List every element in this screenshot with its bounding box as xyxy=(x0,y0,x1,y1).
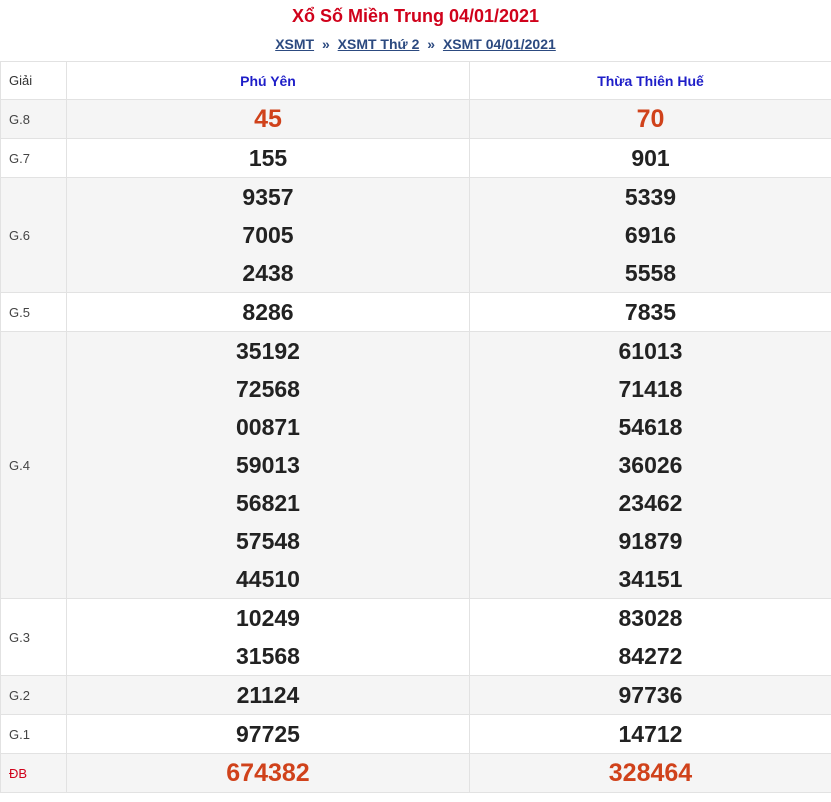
table-row: G.43519272568008715901356821575484451061… xyxy=(1,332,831,599)
breadcrumb-link-xsmt[interactable]: XSMT xyxy=(275,36,314,52)
table-row: G.582867835 xyxy=(1,293,831,332)
breadcrumb-separator: » xyxy=(423,36,439,52)
result-number: 7835 xyxy=(470,293,831,331)
prize-label: G.3 xyxy=(1,599,67,676)
breadcrumb: XSMT » XSMT Thứ 2 » XSMT 04/01/2021 xyxy=(0,34,831,54)
result-number: 6916 xyxy=(470,216,831,254)
result-number: 97736 xyxy=(470,676,831,714)
page-title: Xổ Số Miền Trung 04/01/2021 xyxy=(0,5,831,27)
result-cell: 674382 xyxy=(67,754,470,793)
result-cell: 14712 xyxy=(470,715,831,754)
breadcrumb-link-xsmt-date[interactable]: XSMT 04/01/2021 xyxy=(443,36,556,52)
result-cell: 533969165558 xyxy=(470,178,831,293)
result-number: 61013 xyxy=(470,332,831,370)
result-number: 14712 xyxy=(470,715,831,753)
table-row: ĐB674382328464 xyxy=(1,754,831,793)
result-number: 59013 xyxy=(67,446,469,484)
result-number: 36026 xyxy=(470,446,831,484)
result-cell: 97736 xyxy=(470,676,831,715)
result-number: 54618 xyxy=(470,408,831,446)
result-number: 35192 xyxy=(67,332,469,370)
result-number: 674382 xyxy=(67,754,469,792)
table-header-row: Giải Phú Yên Thừa Thiên Huế xyxy=(1,62,831,100)
table-row: G.84570 xyxy=(1,100,831,139)
result-number: 31568 xyxy=(67,637,469,675)
result-cell: 901 xyxy=(470,139,831,178)
result-number: 84272 xyxy=(470,637,831,675)
result-number: 5339 xyxy=(470,178,831,216)
result-number: 5558 xyxy=(470,254,831,292)
result-number: 21124 xyxy=(67,676,469,714)
table-row: G.310249315688302884272 xyxy=(1,599,831,676)
prize-label: G.4 xyxy=(1,332,67,599)
result-cell: 45 xyxy=(67,100,470,139)
result-number: 7005 xyxy=(67,216,469,254)
result-number: 70 xyxy=(470,100,831,138)
prize-label: G.1 xyxy=(1,715,67,754)
result-number: 9357 xyxy=(67,178,469,216)
result-number: 23462 xyxy=(470,484,831,522)
header-province-2: Thừa Thiên Huế xyxy=(470,62,831,100)
result-number: 44510 xyxy=(67,560,469,598)
header-giai: Giải xyxy=(1,62,67,100)
prize-label: G.2 xyxy=(1,676,67,715)
result-number: 56821 xyxy=(67,484,469,522)
result-number: 72568 xyxy=(67,370,469,408)
result-number: 10249 xyxy=(67,599,469,637)
prize-label: G.7 xyxy=(1,139,67,178)
result-cell: 97725 xyxy=(67,715,470,754)
result-number: 2438 xyxy=(67,254,469,292)
result-number: 901 xyxy=(470,139,831,177)
result-cell: 7835 xyxy=(470,293,831,332)
result-number: 71418 xyxy=(470,370,831,408)
breadcrumb-link-xsmt-thu-2[interactable]: XSMT Thứ 2 xyxy=(338,36,420,52)
result-cell: 8286 xyxy=(67,293,470,332)
table-row: G.7155901 xyxy=(1,139,831,178)
table-row: G.22112497736 xyxy=(1,676,831,715)
result-number: 328464 xyxy=(470,754,831,792)
result-number: 45 xyxy=(67,100,469,138)
result-cell: 61013714185461836026234629187934151 xyxy=(470,332,831,599)
result-number: 57548 xyxy=(67,522,469,560)
result-cell: 935770052438 xyxy=(67,178,470,293)
prize-label: ĐB xyxy=(1,754,67,793)
results-body: G.84570G.7155901G.6935770052438533969165… xyxy=(1,100,831,793)
breadcrumb-separator: » xyxy=(318,36,334,52)
result-cell: 21124 xyxy=(67,676,470,715)
result-cell: 328464 xyxy=(470,754,831,793)
results-table: Giải Phú Yên Thừa Thiên Huế G.84570G.715… xyxy=(0,61,831,793)
result-cell: 8302884272 xyxy=(470,599,831,676)
result-cell: 70 xyxy=(470,100,831,139)
table-row: G.19772514712 xyxy=(1,715,831,754)
result-cell: 35192725680087159013568215754844510 xyxy=(67,332,470,599)
result-cell: 155 xyxy=(67,139,470,178)
result-number: 91879 xyxy=(470,522,831,560)
result-number: 155 xyxy=(67,139,469,177)
result-number: 8286 xyxy=(67,293,469,331)
prize-label: G.5 xyxy=(1,293,67,332)
result-cell: 1024931568 xyxy=(67,599,470,676)
prize-label: G.6 xyxy=(1,178,67,293)
table-row: G.6935770052438533969165558 xyxy=(1,178,831,293)
result-number: 83028 xyxy=(470,599,831,637)
header-province-1: Phú Yên xyxy=(67,62,470,100)
result-number: 97725 xyxy=(67,715,469,753)
result-number: 34151 xyxy=(470,560,831,598)
result-number: 00871 xyxy=(67,408,469,446)
prize-label: G.8 xyxy=(1,100,67,139)
